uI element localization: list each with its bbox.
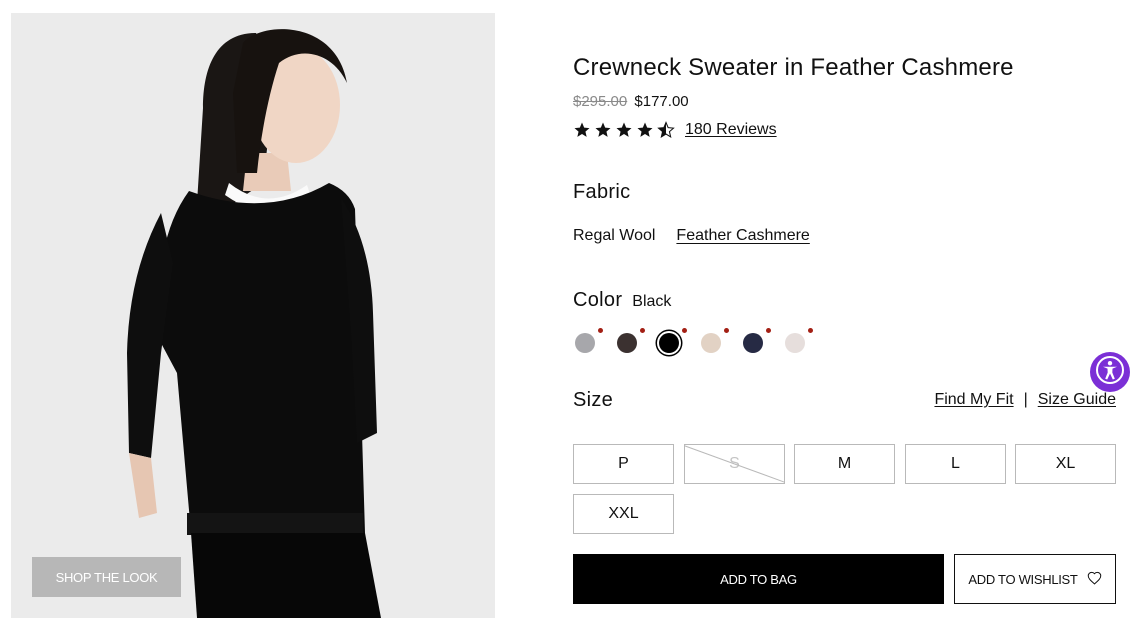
product-details: Crewneck Sweater in Feather Cashmere $29… [573, 0, 1116, 624]
color-label-text: Color [573, 289, 623, 311]
swatch-badge [808, 328, 813, 333]
shop-the-look-button[interactable]: SHOP THE LOOK [32, 557, 181, 597]
size-option-xl[interactable]: XL [1015, 444, 1116, 484]
swatch-badge [724, 328, 729, 333]
fabric-options: Regal Wool Feather Cashmere [573, 227, 810, 245]
size-option-m[interactable]: M [794, 444, 895, 484]
star-icon [573, 121, 591, 139]
sale-price: $177.00 [634, 93, 689, 110]
fit-links: Find My Fit | Size Guide [934, 391, 1116, 409]
rating: 180 Reviews [573, 121, 777, 139]
swatch-badge [598, 328, 603, 333]
fabric-label: Fabric [573, 181, 631, 203]
add-to-wishlist-button[interactable]: ADD TO WISHLIST [954, 554, 1116, 604]
swatch-dot [785, 333, 805, 353]
add-to-wishlist-label: ADD TO WISHLIST [968, 571, 1078, 587]
fabric-option-feather-cashmere[interactable]: Feather Cashmere [676, 227, 809, 245]
original-price: $295.00 [573, 93, 628, 110]
product-image[interactable]: SHOP THE LOOK [11, 13, 495, 618]
size-guide-link[interactable]: Size Guide [1038, 391, 1116, 409]
accessibility-icon [1095, 355, 1125, 390]
accessibility-button[interactable] [1090, 352, 1130, 392]
swatch-dot [617, 333, 637, 353]
swatch-navy[interactable] [743, 328, 771, 353]
color-label: Color Black [573, 289, 671, 312]
model-photo [11, 13, 495, 618]
swatch-dark-brown[interactable] [617, 328, 645, 353]
size-option-l[interactable]: L [905, 444, 1006, 484]
swatch-beige[interactable] [701, 328, 729, 353]
fabric-option-regal-wool[interactable]: Regal Wool [573, 227, 655, 245]
heart-icon [1087, 571, 1102, 588]
find-my-fit-link[interactable]: Find My Fit [934, 391, 1013, 409]
link-separator: | [1023, 391, 1028, 408]
size-label: Size [573, 389, 614, 411]
selected-color-name: Black [632, 293, 672, 310]
swatch-dot [701, 333, 721, 353]
product-page: SHOP THE LOOK Crewneck Sweater in Feathe… [0, 0, 1134, 624]
size-option-p[interactable]: P [573, 444, 674, 484]
reviews-link[interactable]: 180 Reviews [685, 121, 777, 139]
size-option-s[interactable]: S [684, 444, 785, 484]
product-title: Crewneck Sweater in Feather Cashmere [573, 54, 1014, 81]
swatch-black[interactable] [659, 328, 687, 353]
star-icon [594, 121, 612, 139]
swatch-badge [640, 328, 645, 333]
half-star-icon [657, 121, 675, 139]
color-swatches [575, 328, 813, 353]
swatch-dot [659, 333, 679, 353]
size-option-xxl[interactable]: XXL [573, 494, 674, 534]
star-icon [636, 121, 654, 139]
add-to-bag-button[interactable]: ADD TO BAG [573, 554, 944, 604]
star-icon [615, 121, 633, 139]
swatch-dot [575, 333, 595, 353]
swatch-dot [743, 333, 763, 353]
swatch-light-pink[interactable] [785, 328, 813, 353]
star-rating [573, 121, 675, 139]
price: $295.00 $177.00 [573, 93, 689, 110]
swatch-badge [682, 328, 687, 333]
swatch-grey[interactable] [575, 328, 603, 353]
swatch-badge [766, 328, 771, 333]
